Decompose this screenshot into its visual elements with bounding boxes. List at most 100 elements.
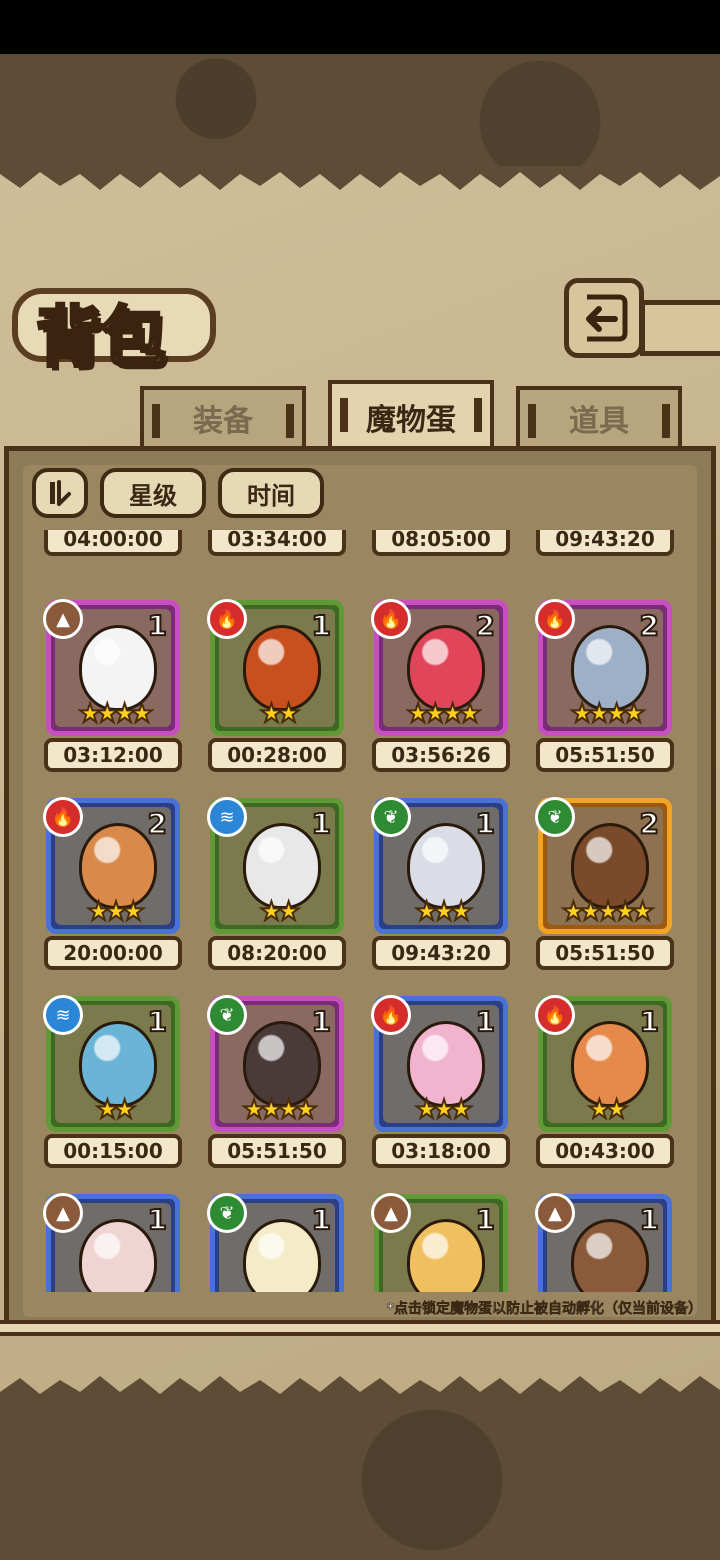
- egg-count: 1: [474, 1202, 496, 1237]
- egg-slot[interactable]: 1 ▲: [358, 1193, 522, 1292]
- egg-slot[interactable]: 1 ★★★★ ❦ 05:51:50: [194, 995, 358, 1174]
- egg-card: 1 ▲: [535, 1193, 672, 1292]
- egg-slot[interactable]: 2 ★★★★ 🔥 05:51:50: [522, 599, 686, 778]
- egg-slot[interactable]: 1 ★★★ 🔥 03:18:00: [358, 995, 522, 1174]
- star-rating: ★★★: [86, 897, 146, 927]
- wood-element-icon: ❦: [207, 1193, 247, 1233]
- egg-card: 1 ★★★ 🔥: [371, 995, 508, 1132]
- egg-slot-partial[interactable]: 04:00:00: [30, 530, 194, 562]
- star-rating: ★★★★: [77, 699, 154, 729]
- water-element-icon: ≋: [43, 995, 83, 1035]
- wood-element-icon: ❦: [371, 797, 411, 837]
- egg-count: 1: [146, 1202, 168, 1237]
- filter-star-button[interactable]: 星级: [100, 468, 206, 518]
- egg-slot-partial[interactable]: 09:43:20: [522, 530, 686, 562]
- hatch-timer: 03:18:00: [372, 1134, 510, 1168]
- star-rating: ★★★★: [405, 699, 482, 729]
- tab-label: 装备: [193, 404, 253, 439]
- fire-element-icon: 🔥: [207, 599, 247, 639]
- filter-time-button[interactable]: 时间: [218, 468, 324, 518]
- egg-card: 1 ★★★ ❦: [371, 797, 508, 934]
- egg-slot[interactable]: 1 ★★ 🔥 00:43:00: [522, 995, 686, 1174]
- egg-count: 2: [638, 806, 660, 841]
- egg-slot[interactable]: 1 ❦: [194, 1193, 358, 1292]
- fire-element-icon: 🔥: [371, 599, 411, 639]
- earth-element-icon: ▲: [43, 1193, 83, 1233]
- star-rating: ★★: [259, 897, 302, 927]
- wood-element-icon: ❦: [535, 797, 575, 837]
- torn-edge-bottom: [0, 1376, 720, 1400]
- egg-count: 1: [638, 1202, 660, 1237]
- tab-monster-eggs[interactable]: 魔物蛋: [328, 380, 494, 450]
- egg-card: 1 ★★ ≋: [43, 995, 180, 1132]
- map-background-top: [0, 54, 720, 166]
- back-rail: [640, 300, 720, 356]
- star-rating: ★★★★: [241, 1095, 318, 1125]
- egg-slot[interactable]: 2 ★★★★★ ❦ 05:51:50: [522, 797, 686, 976]
- fire-element-icon: 🔥: [535, 995, 575, 1035]
- egg-slot[interactable]: 1 ▲: [522, 1193, 686, 1292]
- egg-slot[interactable]: 2 ★★★★ 🔥 03:56:26: [358, 599, 522, 778]
- egg-count: 1: [310, 1004, 332, 1039]
- hatch-timer: 05:51:50: [536, 738, 674, 772]
- egg-card: 1 ▲: [371, 1193, 508, 1292]
- egg-slot[interactable]: 1 ★★ ≋ 08:20:00: [194, 797, 358, 976]
- egg-count: 1: [638, 1004, 660, 1039]
- egg-grid[interactable]: 04:00:00 03:34:00 08:05:00 09:43:20 1 ★★★★ ▲ 03…: [30, 530, 690, 1292]
- lock-hint-text: *点击锁定魔物蛋以防止被自动孵化（仅当前设备）: [386, 1301, 702, 1318]
- hatch-timer: 03:34:00: [208, 530, 346, 556]
- egg-card: 2 ★★★ 🔥: [43, 797, 180, 934]
- star-rating: ★★: [259, 699, 302, 729]
- return-arrow-icon: [586, 294, 628, 342]
- map-background-bottom: [0, 1400, 720, 1560]
- egg-card: 2 ★★★★ 🔥: [535, 599, 672, 736]
- panel-bottom-frame: [0, 1320, 720, 1336]
- tab-items[interactable]: 道具: [516, 386, 682, 446]
- egg-slot[interactable]: 1 ★★ ≋ 00:15:00: [30, 995, 194, 1174]
- hatch-timer: 05:51:50: [536, 936, 674, 970]
- torn-edge-top: [0, 166, 720, 190]
- egg-slot[interactable]: 1 ▲: [30, 1193, 194, 1292]
- hatch-timer: 08:20:00: [208, 936, 346, 970]
- egg-count: 2: [474, 608, 496, 643]
- egg-card: 1 ★★★★ ▲: [43, 599, 180, 736]
- sort-toggle-icon: [50, 480, 71, 506]
- egg-count: 1: [146, 1004, 168, 1039]
- egg-slot-partial[interactable]: 03:34:00: [194, 530, 358, 562]
- earth-element-icon: ▲: [43, 599, 83, 639]
- star-rating: ★★★: [414, 897, 474, 927]
- tab-label: 魔物蛋: [366, 403, 456, 438]
- star-rating: ★★★★★: [561, 897, 656, 927]
- egg-card: 1 ★★★★ ❦: [207, 995, 344, 1132]
- star-rating: ★★★: [414, 1095, 474, 1125]
- egg-slot[interactable]: 1 ★★★ ❦ 09:43:20: [358, 797, 522, 976]
- fire-element-icon: 🔥: [43, 797, 83, 837]
- status-bar: [0, 0, 720, 54]
- hatch-timer: 00:43:00: [536, 1134, 674, 1168]
- egg-slot-partial[interactable]: 08:05:00: [358, 530, 522, 562]
- sort-toggle-button[interactable]: [32, 468, 88, 518]
- egg-card: 1 ★★ 🔥: [207, 599, 344, 736]
- egg-slot[interactable]: 1 ★★ 🔥 00:28:00: [194, 599, 358, 778]
- fire-element-icon: 🔥: [535, 599, 575, 639]
- hatch-timer: 05:51:50: [208, 1134, 346, 1168]
- fire-element-icon: 🔥: [371, 995, 411, 1035]
- star-rating: ★★: [587, 1095, 630, 1125]
- hatch-timer: 00:28:00: [208, 738, 346, 772]
- tab-equipment[interactable]: 装备: [140, 386, 306, 446]
- back-button[interactable]: [564, 278, 644, 358]
- egg-slot[interactable]: 2 ★★★ 🔥 20:00:00: [30, 797, 194, 976]
- star-rating: ★★: [95, 1095, 138, 1125]
- hatch-timer: 09:43:20: [372, 936, 510, 970]
- egg-count: 1: [146, 608, 168, 643]
- page-title: 背包: [35, 297, 168, 378]
- egg-slot[interactable]: 1 ★★★★ ▲ 03:12:00: [30, 599, 194, 778]
- egg-count: 2: [638, 608, 660, 643]
- egg-count: 1: [474, 806, 496, 841]
- egg-count: 2: [146, 806, 168, 841]
- hatch-timer: 20:00:00: [44, 936, 182, 970]
- egg-card: 1 ❦: [207, 1193, 344, 1292]
- hatch-timer: 08:05:00: [372, 530, 510, 556]
- hatch-timer: 00:15:00: [44, 1134, 182, 1168]
- egg-count: 1: [474, 1004, 496, 1039]
